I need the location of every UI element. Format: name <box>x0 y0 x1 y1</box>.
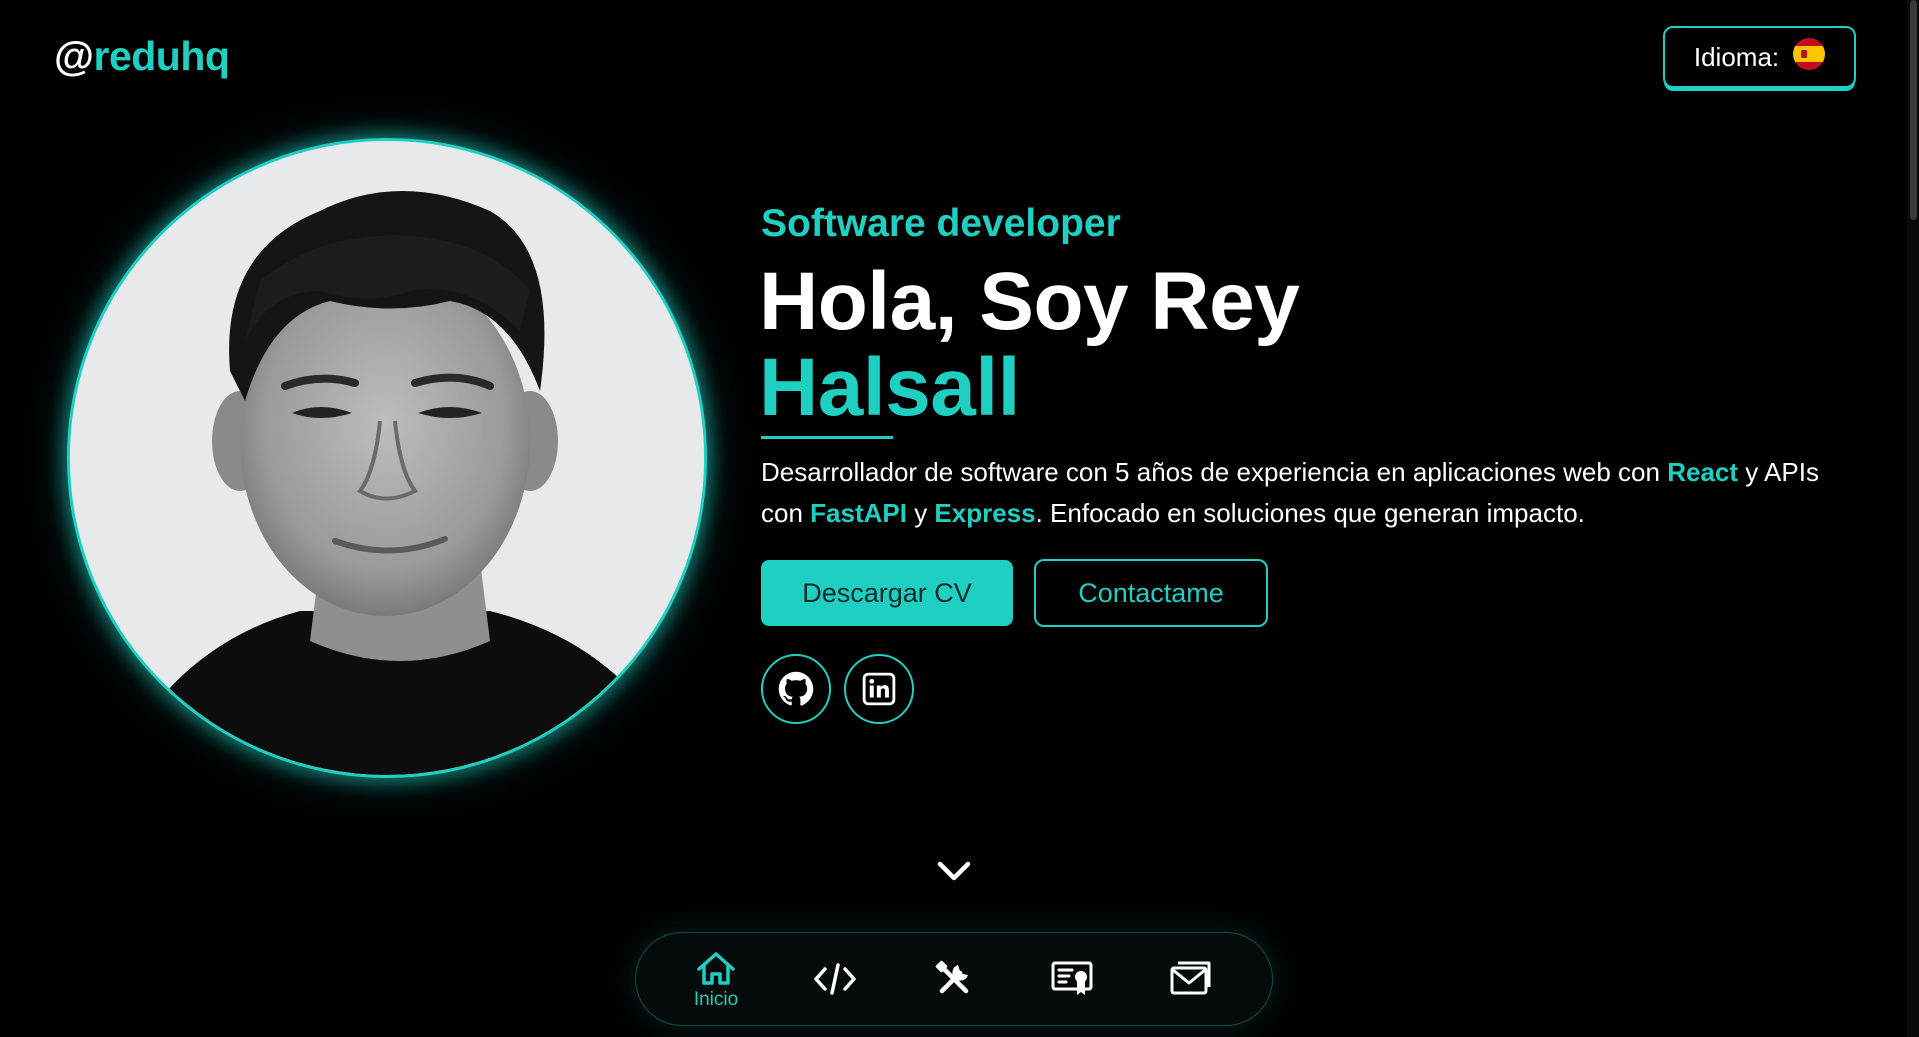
site-logo[interactable]: @reduhq <box>54 32 230 80</box>
profile-photo-illustration <box>70 141 704 775</box>
download-cv-button[interactable]: Descargar CV <box>761 560 1013 626</box>
description-text-1: Desarrollador de software con 5 años de … <box>761 457 1668 487</box>
home-icon <box>697 952 735 985</box>
tech-fastapi: FastAPI <box>810 498 907 528</box>
surname-heading: Halsall <box>759 342 1020 433</box>
surname-underline <box>761 436 893 439</box>
nav-item-skills[interactable] <box>919 959 989 1021</box>
language-button[interactable]: Idioma: <box>1663 26 1856 88</box>
nav-item-projects[interactable] <box>800 961 870 1023</box>
page: @reduhq Idioma: Software developer Hola,… <box>0 0 1919 1037</box>
chevron-down-icon[interactable] <box>936 858 972 884</box>
code-icon <box>814 963 856 995</box>
page-scrollbar[interactable] <box>1907 0 1919 1037</box>
github-icon <box>778 671 814 706</box>
logo-handle: reduhq <box>93 33 230 79</box>
description-text-3: y <box>906 498 935 528</box>
role-title: Software developer <box>761 202 1121 245</box>
linkedin-icon <box>862 672 896 706</box>
certificate-icon <box>1051 961 1093 995</box>
scrollbar-thumb[interactable] <box>1910 0 1917 220</box>
nav-item-contact[interactable] <box>1156 959 1226 1021</box>
profile-photo <box>67 138 707 778</box>
bottom-navigation: Inicio <box>635 932 1273 1026</box>
nav-item-certificates[interactable] <box>1037 959 1107 1021</box>
nav-item-home[interactable]: Inicio <box>681 951 751 1013</box>
spain-flag-icon <box>1793 38 1826 70</box>
tools-icon <box>935 960 969 994</box>
nav-label-home: Inicio <box>693 989 739 1010</box>
linkedin-link[interactable] <box>844 654 914 724</box>
hero-description: Desarrollador de software con 5 años de … <box>761 452 1851 534</box>
mail-icon <box>1170 961 1211 995</box>
greeting-heading: Hola, Soy Rey <box>759 256 1300 347</box>
tech-react: React <box>1667 457 1739 487</box>
github-link[interactable] <box>761 654 831 724</box>
contact-button[interactable]: Contactame <box>1034 559 1268 627</box>
language-label: Idioma: <box>1693 41 1780 72</box>
tech-express: Express <box>934 498 1036 528</box>
description-text-4: . Enfocado en soluciones que generan imp… <box>1035 498 1585 528</box>
logo-at: @ <box>54 33 94 79</box>
